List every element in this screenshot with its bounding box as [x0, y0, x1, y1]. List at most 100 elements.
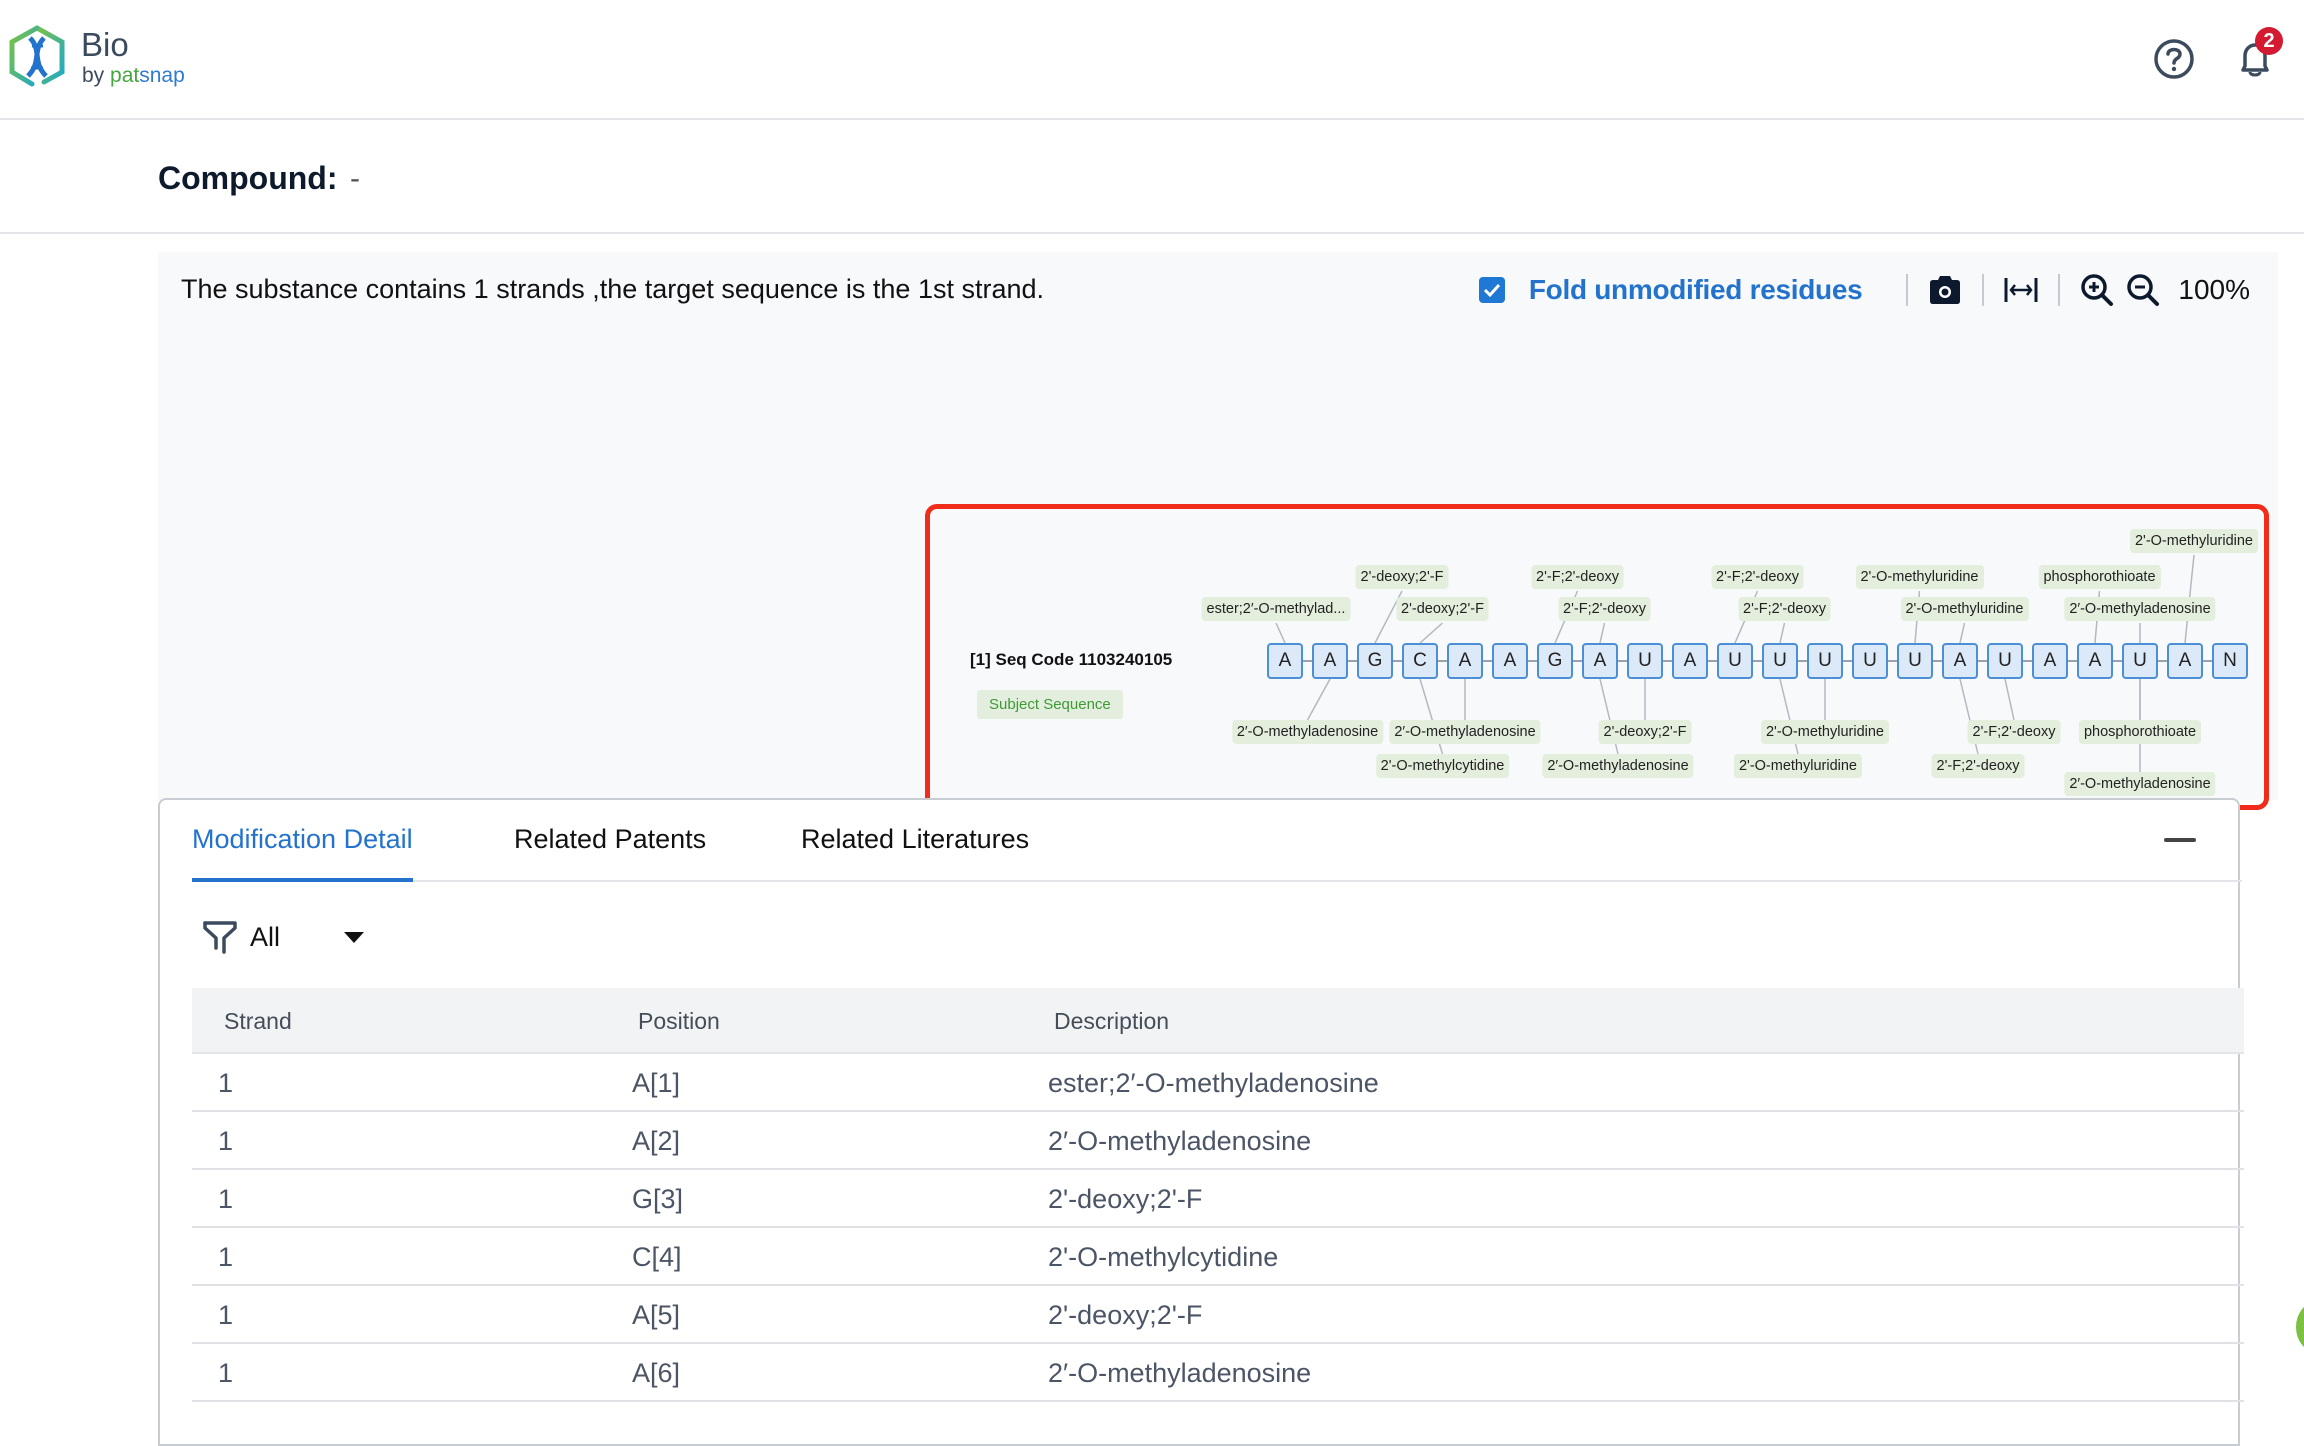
modification-link-line: [1275, 622, 1286, 644]
table-row[interactable]: 1 A[6] 2′-O-methyladenosine: [192, 1344, 2244, 1402]
brand-subtitle: by patsnap: [82, 64, 185, 88]
modification-label[interactable]: ester;2′-O-methylad...: [1201, 597, 1351, 621]
column-header-description[interactable]: Description: [1054, 1008, 1169, 1035]
residue-box[interactable]: G: [1537, 643, 1573, 679]
modification-label[interactable]: 2′-O-methyladenosine: [1231, 720, 1384, 744]
cell-description: 2'-deoxy;2'-F: [1048, 1300, 1203, 1330]
modification-label[interactable]: 2'-F;2'-deoxy: [1711, 565, 1804, 589]
cell-description: 2′-O-methyladenosine: [1048, 1126, 1312, 1156]
brand-by: by: [82, 64, 111, 87]
top-bar: Bio by patsnap 2: [0, 0, 2304, 120]
modification-table: Strand Position Description 1 A[1] ester…: [192, 988, 2244, 1402]
compound-label: Compound:: [158, 160, 338, 196]
table-row[interactable]: 1 C[4] 2'-O-methylcytidine: [192, 1228, 2244, 1286]
cell-description: 2'-deoxy;2'-F: [1048, 1184, 1203, 1214]
cell-position: A[6]: [632, 1358, 681, 1388]
sequence-title: [1] Seq Code 1103240105: [970, 650, 1173, 669]
sequence-diagram[interactable]: [1] Seq Code 1103240105 Subject Sequence…: [158, 252, 2278, 800]
cell-position: A[1]: [632, 1068, 681, 1098]
modification-label[interactable]: 2′-O-methyladenosine: [2064, 772, 2216, 796]
residue-box[interactable]: A: [2077, 643, 2113, 679]
table-row[interactable]: 1 A[1] ester;2′-O-methyladenosine: [192, 1054, 2244, 1112]
modification-label[interactable]: 2′-O-methyladenosine: [2064, 597, 2216, 621]
modification-label[interactable]: 2'-O-methyluridine: [1855, 565, 1984, 589]
residue-box[interactable]: A: [1312, 643, 1348, 679]
residue-box[interactable]: A: [1447, 643, 1483, 679]
residue-box[interactable]: A: [1942, 643, 1978, 679]
residue-box[interactable]: A: [2032, 643, 2068, 679]
residue-box[interactable]: U: [1987, 643, 2023, 679]
modification-label[interactable]: 2'-deoxy;2'-F: [1355, 565, 1449, 589]
table-row[interactable]: 1 A[5] 2'-deoxy;2'-F: [192, 1286, 2244, 1344]
modification-link-line: [2004, 678, 2015, 721]
residue-box[interactable]: A: [1492, 643, 1528, 679]
collapse-panel-button[interactable]: [2164, 838, 2196, 842]
column-header-position[interactable]: Position: [638, 1008, 720, 1035]
residue-box[interactable]: C: [1402, 643, 1438, 679]
residue-box[interactable]: U: [2122, 643, 2158, 679]
modification-label[interactable]: 2'-F;2'-deoxy: [1558, 597, 1651, 621]
modification-label[interactable]: 2'-deoxy;2'-F: [1396, 597, 1489, 621]
modification-link-line: [1599, 622, 1606, 644]
filter-icon: [203, 921, 237, 954]
modification-label[interactable]: 2'-F;2'-deoxy: [1967, 720, 2061, 744]
modification-label[interactable]: 2′-O-methyladenosine: [1542, 754, 1694, 778]
column-header-strand[interactable]: Strand: [224, 1008, 292, 1035]
cell-description: 2′-O-methyladenosine: [1048, 1358, 1312, 1388]
modification-label[interactable]: phosphorothioate: [2078, 720, 2202, 744]
residue-box[interactable]: A: [1672, 643, 1708, 679]
modification-label[interactable]: 2'-F;2'-deoxy: [1931, 754, 2025, 778]
brand-pat: pat: [110, 64, 140, 87]
modification-label[interactable]: phosphorothioate: [2038, 565, 2161, 589]
cell-position: C[4]: [632, 1242, 682, 1272]
cell-strand: 1: [218, 1068, 234, 1098]
modification-label[interactable]: 2'-O-methyluridine: [1900, 597, 2029, 621]
brand-title: Bio: [81, 26, 129, 63]
residue-box[interactable]: U: [1717, 643, 1753, 679]
cell-strand: 1: [218, 1300, 234, 1330]
cell-strand: 1: [218, 1242, 234, 1272]
cell-strand: 1: [218, 1184, 234, 1214]
cell-strand: 1: [218, 1126, 234, 1156]
modification-label[interactable]: 2'-O-methylcytidine: [1375, 754, 1510, 778]
filter-value: All: [250, 921, 281, 952]
modification-label[interactable]: 2′-O-methyladenosine: [1389, 720, 1541, 744]
residue-box[interactable]: U: [1627, 643, 1663, 679]
table-header: Strand Position Description: [192, 988, 2244, 1054]
residue-box[interactable]: U: [1807, 643, 1843, 679]
residue-box[interactable]: G: [1357, 643, 1393, 679]
modification-label[interactable]: 2'-F;2'-deoxy: [1738, 597, 1831, 621]
subject-sequence-tag: Subject Sequence: [977, 690, 1123, 719]
notification-badge: 2: [2255, 27, 2283, 55]
tab-related-literatures[interactable]: Related Literatures: [801, 824, 1029, 882]
modification-link-line: [1959, 622, 1966, 644]
filter-dropdown[interactable]: All: [202, 920, 365, 954]
floating-help-button[interactable]: [2296, 1302, 2304, 1352]
help-icon[interactable]: [2153, 38, 2195, 80]
table-row[interactable]: 1 G[3] 2'-deoxy;2'-F: [192, 1170, 2244, 1228]
bio-logo-icon[interactable]: [6, 24, 68, 90]
tab-related-patents[interactable]: Related Patents: [514, 824, 706, 882]
modification-label[interactable]: 2'-F;2'-deoxy: [1531, 565, 1624, 589]
residue-box[interactable]: A: [2167, 643, 2203, 679]
modification-label[interactable]: 2'-O-methyluridine: [2129, 529, 2259, 553]
residue-box[interactable]: A: [1267, 643, 1303, 679]
cell-description: ester;2′-O-methyladenosine: [1048, 1068, 1379, 1098]
detail-panel: Modification Detail Related Patents Rela…: [158, 798, 2244, 1446]
compound-value: -: [350, 162, 360, 195]
residue-box[interactable]: U: [1762, 643, 1798, 679]
cell-description: 2'-O-methylcytidine: [1048, 1242, 1279, 1272]
tab-modification-detail[interactable]: Modification Detail: [192, 824, 413, 882]
modification-label[interactable]: 2'-O-methyluridine: [1733, 754, 1863, 778]
modification-label[interactable]: 2'-O-methyluridine: [1760, 720, 1890, 744]
residue-box[interactable]: A: [1582, 643, 1618, 679]
residue-box[interactable]: U: [1852, 643, 1888, 679]
cell-position: A[2]: [632, 1126, 681, 1156]
cell-position: A[5]: [632, 1300, 681, 1330]
residue-box[interactable]: U: [1897, 643, 1933, 679]
modification-link-line: [1306, 678, 1331, 721]
modification-label[interactable]: 2'-deoxy;2'-F: [1598, 720, 1692, 744]
table-row[interactable]: 1 A[2] 2′-O-methyladenosine: [192, 1112, 2244, 1170]
modification-link-line: [1779, 622, 1786, 644]
residue-box[interactable]: N: [2212, 643, 2248, 679]
